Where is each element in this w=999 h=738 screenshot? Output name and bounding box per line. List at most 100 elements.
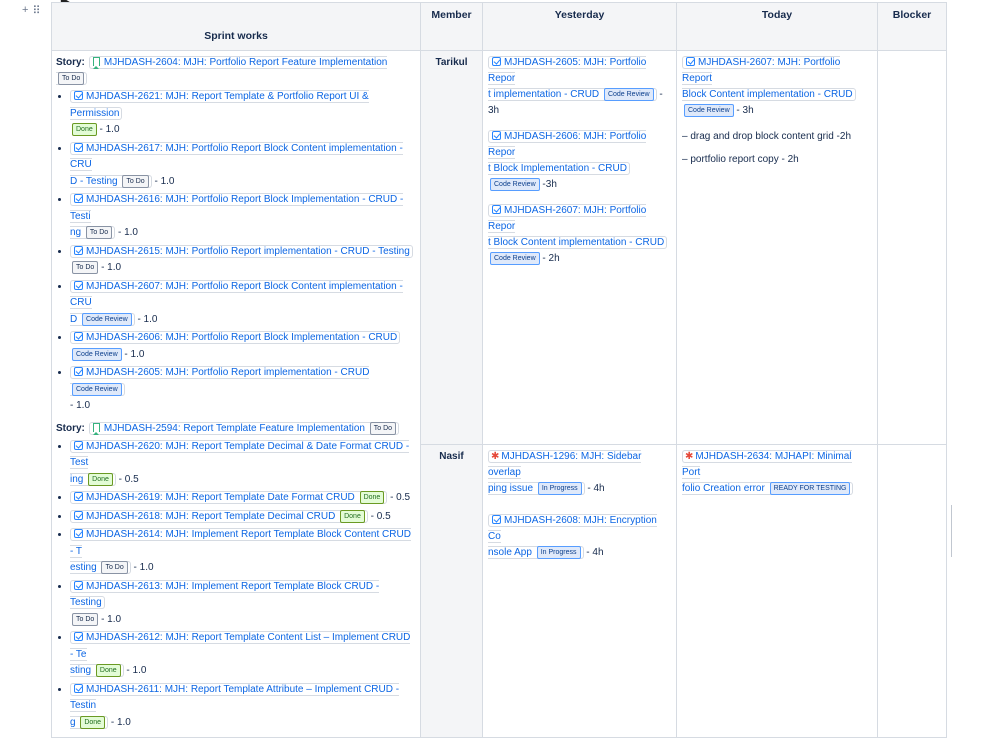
yesterday-cell-tarikul: MJHDASH-2605: MJH: Portfolio Repor t impl… (482, 50, 677, 445)
task-checkbox-icon (74, 529, 83, 538)
status-badge: To Do (85, 226, 113, 239)
task-link[interactable]: MJHDASH-2607: MJH: Portfolio Repor (488, 205, 646, 232)
task-checkbox-icon (74, 142, 83, 152)
estimate-hours: 3h (488, 105, 500, 116)
today-cell-nasif: ✱ MJHDASH-2634: MJHAPI: Minimal Port folio… (676, 444, 878, 738)
task-link[interactable]: MJHDASH-2607: MJH: Portfolio Report Bloc… (70, 281, 403, 309)
task-checkbox-icon (74, 245, 83, 255)
member-name-nasif: Nasif (420, 444, 483, 738)
task-link-cont[interactable]: sting (70, 665, 91, 676)
add-row-icon[interactable]: + (22, 4, 28, 17)
task-link[interactable]: MJHDASH-2620: MJH: Report Template Decim… (70, 441, 409, 469)
list-item: MJHDASH-2619: MJH: Report Template Date … (70, 490, 416, 507)
estimate: - 1.0 (101, 613, 122, 625)
story-task-list: MJHDASH-2620: MJH: Report Template Decim… (56, 439, 416, 732)
task-link-cont[interactable]: Block Content implementation - CRUD (682, 89, 853, 100)
status-badge: To Do (369, 421, 397, 435)
header-row: Sprint works Member Yesterday Today Bloc… (51, 2, 947, 51)
estimate: - 1.0 (126, 665, 147, 676)
bug-icon: ✱ (491, 451, 500, 462)
task-link[interactable]: MJHDASH-2607: MJH: Portfolio Report (682, 57, 840, 84)
task-link-cont[interactable]: t Block Implementation - CRUD (488, 163, 627, 174)
status-badge: Code Review (603, 88, 654, 101)
status-badge: In Progress (537, 482, 582, 495)
status-badge: Done (88, 472, 113, 486)
estimate: - 0.5 (370, 510, 391, 522)
story-link[interactable]: MJHDASH-2604: MJH: Portfolio Report Feat… (104, 57, 387, 68)
task-link[interactable]: MJHDASH-2618: MJH: Report Template Decim… (86, 511, 335, 522)
task-link[interactable]: MJHDASH-2605: MJH: Portfolio Report impl… (86, 367, 369, 378)
task-link[interactable]: MJHDASH-2613: MJH: Implement Report Temp… (70, 581, 379, 609)
story-link[interactable]: MJHDASH-2594: Report Template Feature Im… (104, 423, 365, 434)
list-item: MJHDASH-2613: MJH: Implement Report Temp… (70, 579, 416, 629)
task-link-cont[interactable]: folio Creation error (682, 483, 765, 494)
task-link-cont[interactable]: ing (70, 474, 83, 485)
task-checkbox-icon (74, 510, 83, 520)
estimate: - 0.5 (118, 473, 139, 485)
bug-icon: ✱ (685, 451, 694, 462)
task-link[interactable]: MJHDASH-2605: MJH: Portfolio Repor (488, 57, 646, 84)
task-link-cont[interactable]: ng (70, 227, 81, 238)
task-checkbox-icon (492, 515, 501, 524)
yesterday-cell-nasif: ✱ MJHDASH-1296: MJH: Sidebar overlap ping … (482, 444, 677, 738)
task-link-cont[interactable]: D - Testing (70, 176, 118, 187)
story-heading: Story: MJHDASH-2594: Report Template Feat… (56, 421, 416, 437)
task-link[interactable]: MJHDASH-2606: MJH: Portfolio Repor (488, 131, 646, 158)
status-badge: To Do (58, 72, 85, 85)
task-checkbox-icon (74, 367, 83, 376)
row-handles[interactable]: + ⠿ (22, 4, 41, 17)
task-link-cont[interactable]: esting (70, 562, 97, 573)
task-link-cont[interactable]: g (70, 717, 76, 728)
task-link[interactable]: MJHDASH-2619: MJH: Report Template Date … (86, 492, 355, 503)
task-link[interactable]: MJHDASH-1296: MJH: Sidebar overlap (488, 451, 641, 478)
task-link[interactable]: MJHDASH-2621: MJH: Report Template & Por… (70, 91, 369, 119)
task-checkbox-icon (74, 632, 83, 641)
estimate: - 1.0 (154, 175, 175, 187)
task-checkbox-icon (686, 57, 695, 66)
list-item: MJHDASH-2606: MJH: Portfolio Report Bloc… (70, 330, 416, 363)
task-link[interactable]: MJHDASH-2612: MJH: Report Template Conte… (70, 632, 410, 660)
standup-table: Sprint works Member Yesterday Today Bloc… (51, 2, 947, 738)
header-member: Member (420, 2, 483, 51)
story-bookmark-icon (92, 57, 100, 69)
estimate: - 1.0 (110, 716, 131, 728)
task-link-cont[interactable]: t Block Content implementation - CRUD (488, 237, 664, 248)
status-badge: READY FOR TESTING (769, 482, 851, 495)
task-checkbox-icon (74, 683, 83, 693)
task-link[interactable]: MJHDASH-2606: MJH: Portfolio Report Bloc… (86, 332, 397, 343)
task-link[interactable]: MJHDASH-2617: MJH: Portfolio Report Bloc… (70, 143, 403, 171)
status-badge: Code Review (82, 312, 132, 326)
task-link-cont[interactable]: nsole App (488, 547, 532, 558)
status-badge: To Do (101, 561, 128, 574)
list-item: MJHDASH-2611: MJH: Report Template Attri… (70, 682, 416, 732)
status-badge: Done (95, 664, 121, 677)
task-link-cont[interactable]: ping issue (488, 483, 533, 494)
blocker-cell-nasif (877, 444, 947, 738)
task-link[interactable]: MJHDASH-2614: MJH: Implement Report Temp… (70, 529, 411, 557)
task-link[interactable]: MJHDASH-2615: MJH: Portfolio Report impl… (86, 246, 410, 257)
list-item: MJHDASH-2618: MJH: Report Template Decim… (70, 509, 416, 526)
task-link[interactable]: MJHDASH-2634: MJHAPI: Minimal Port (682, 451, 852, 478)
list-item: MJHDASH-2607: MJH: Portfolio Report Bloc… (70, 279, 416, 329)
task-checkbox-icon (74, 580, 83, 590)
estimate: - 1.0 (99, 124, 120, 135)
status-badge: Code Review (490, 178, 540, 191)
status-badge: Done (340, 509, 365, 523)
list-item: MJHDASH-2614: MJH: Implement Report Temp… (70, 527, 416, 577)
task-link[interactable]: MJHDASH-2611: MJH: Report Template Attri… (70, 684, 399, 712)
task-link[interactable]: MJHDASH-2608: MJH: Encryption Co (488, 515, 657, 542)
status-badge: To Do (72, 261, 99, 274)
task-link-cont[interactable]: D (70, 314, 77, 325)
estimate: - 1.0 (117, 227, 138, 238)
task-checkbox-icon (74, 91, 83, 100)
status-badge: Code Review (72, 382, 122, 396)
estimate: - 0.5 (390, 492, 411, 503)
task-link-cont[interactable]: t implementation - CRUD (488, 89, 599, 100)
member-name-tarikul: Tarikul (420, 50, 483, 445)
task-link[interactable]: MJHDASH-2616: MJH: Portfolio Report Bloc… (70, 194, 403, 222)
drag-handle-icon[interactable]: ⠿ (32, 4, 40, 17)
list-item: MJHDASH-2617: MJH: Portfolio Report Bloc… (70, 141, 416, 191)
scrollbar[interactable] (951, 505, 952, 557)
task-checkbox-icon (74, 440, 83, 450)
yesterday-entry: ✱ MJHDASH-1296: MJH: Sidebar overlap ping … (488, 449, 671, 497)
